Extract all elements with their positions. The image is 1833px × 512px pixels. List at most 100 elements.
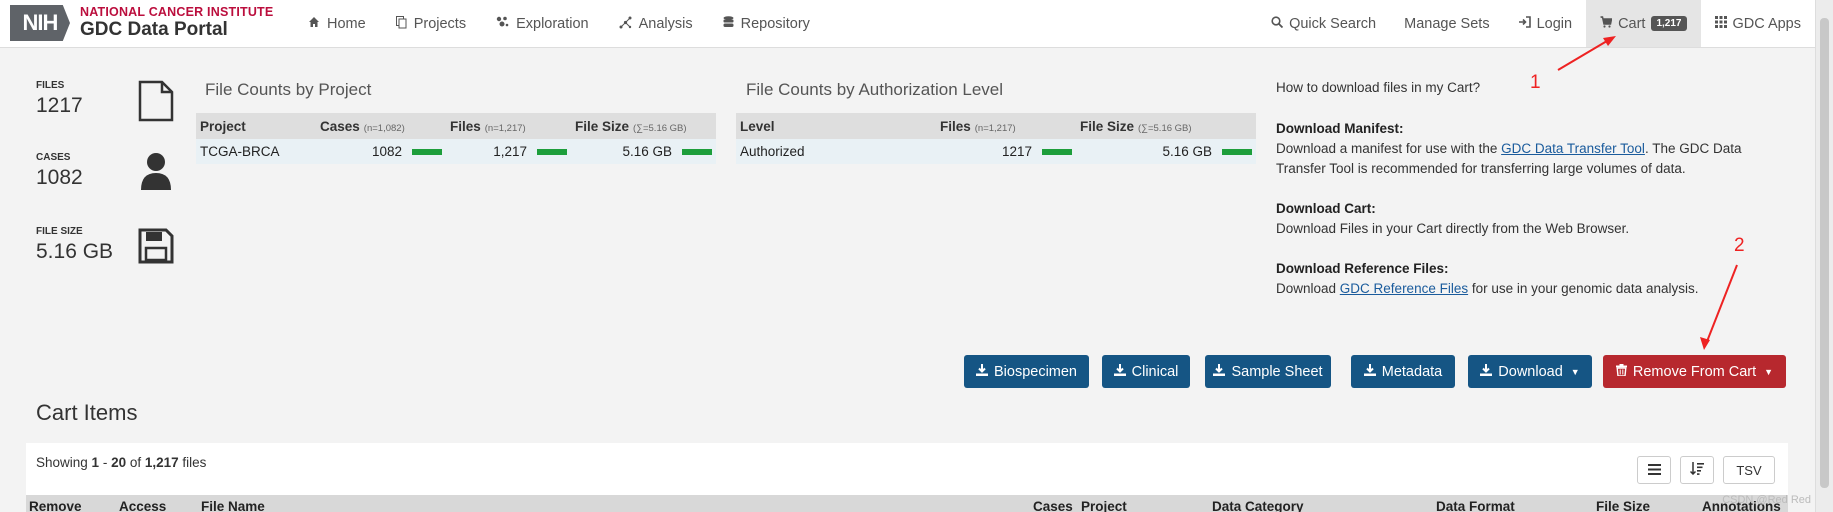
user-icon — [138, 152, 174, 195]
nih-logo-mark: NIH — [10, 5, 70, 41]
manifest-help: Download Manifest: Download a manifest f… — [1276, 121, 1742, 176]
gdc-logo[interactable]: NIH NATIONAL CANCER INSTITUTE GDC Data P… — [10, 5, 273, 41]
project-column-header[interactable]: Project — [196, 113, 316, 139]
manage-sets-link[interactable]: Manage Sets — [1390, 0, 1503, 47]
gdc-apps-label: GDC Apps — [1732, 15, 1802, 32]
scrollbar-thumb[interactable] — [1820, 18, 1829, 488]
cart-icon — [1600, 16, 1613, 31]
file-icon — [138, 80, 174, 127]
nav-home[interactable]: Home — [308, 16, 366, 32]
data-category-column-header[interactable]: Data Category — [1212, 499, 1304, 512]
analysis-icon — [619, 16, 632, 32]
annotation-label-2: 2 — [1734, 235, 1745, 256]
auth-table-title: File Counts by Authorization Level — [746, 80, 1004, 99]
file-size-column-header[interactable]: File Size — [1596, 499, 1650, 512]
files-count-label: FILES — [36, 80, 65, 91]
annotation-arrowhead-2 — [1700, 337, 1710, 350]
manage-sets-label: Manage Sets — [1404, 15, 1490, 32]
download-icon — [1213, 364, 1226, 379]
file-size-label: FILE SIZE — [36, 226, 83, 237]
files-cell[interactable]: 1,217 — [446, 139, 571, 164]
nav-projects[interactable]: Projects — [395, 15, 467, 32]
gdc-reference-files-link[interactable]: GDC Reference Files — [1340, 281, 1468, 296]
file-size-summary: FILE SIZE 5.16 GB — [36, 226, 113, 264]
quick-search-link[interactable]: Quick Search — [1257, 0, 1390, 47]
auth-size-column-header[interactable]: File Size (∑=5.16 GB) — [1076, 113, 1256, 139]
caret-down-icon: ▼ — [1764, 366, 1774, 377]
clinical-button[interactable]: Clinical — [1102, 355, 1190, 388]
file-size-column-header[interactable]: File Size (∑=5.16 GB) — [571, 113, 716, 139]
cases-column-header[interactable]: Cases (n=1,082) — [316, 113, 446, 139]
cart-label: Cart — [1618, 15, 1646, 32]
institute-name: NATIONAL CANCER INSTITUTE — [80, 5, 274, 20]
level-cell: Authorized — [736, 139, 936, 164]
cart-items-table-header: Remove Access File Name Cases Project Da… — [26, 495, 1788, 512]
annotation-label-1: 1 — [1530, 72, 1541, 93]
metadata-button[interactable]: Metadata — [1351, 355, 1455, 388]
sort-button[interactable] — [1680, 456, 1714, 484]
cases-bar — [412, 149, 442, 156]
sort-icon — [1689, 462, 1704, 478]
annotation-overlay — [1557, 36, 1738, 350]
caret-down-icon: ▼ — [1570, 366, 1580, 377]
help-question: How to download files in my Cart? — [1276, 80, 1481, 95]
cases-count-value: 1082 — [36, 166, 83, 189]
reference-help: Download Reference Files: Download GDC R… — [1276, 261, 1699, 296]
level-column-header[interactable]: Level — [736, 113, 936, 139]
list-icon — [1647, 463, 1661, 478]
nav-repository-label: Repository — [740, 15, 810, 32]
utility-nav: Quick Search Manage Sets Login Cart 1,21… — [1257, 0, 1815, 47]
download-icon — [1363, 364, 1376, 379]
auth-size-cell: 5.16 GB — [1076, 139, 1256, 164]
cases-cell[interactable]: 1082 — [316, 139, 446, 164]
nav-analysis[interactable]: Analysis — [619, 16, 693, 32]
auth-files-column-header[interactable]: Files (n=1,217) — [936, 113, 1076, 139]
project-counts-table: Project Cases (n=1,082) Files (n=1,217) Fi… — [196, 113, 716, 164]
remove-column-header[interactable]: Remove — [29, 499, 82, 512]
file-size-value: 5.16 GB — [36, 240, 114, 263]
auth-size-bar — [1222, 149, 1252, 156]
column-toggle-button[interactable] — [1637, 456, 1671, 484]
cart-help: Download Cart: Download Files in your Ca… — [1276, 201, 1630, 236]
logo-text: NATIONAL CANCER INSTITUTE GDC Data Porta… — [80, 6, 273, 39]
gdc-transfer-tool-link[interactable]: GDC Data Transfer Tool — [1501, 141, 1645, 156]
sample-sheet-button[interactable]: Sample Sheet — [1205, 355, 1331, 388]
biospecimen-button[interactable]: Biospecimen — [964, 355, 1089, 388]
cart-link[interactable]: Cart 1,217 — [1586, 0, 1701, 47]
download-icon — [1480, 364, 1493, 379]
files-count-value: 1217 — [36, 94, 83, 117]
cart-items-heading: Cart Items — [36, 400, 138, 425]
grid-icon — [1714, 16, 1727, 31]
nav-repository[interactable]: Repository — [723, 16, 810, 32]
files-bar — [537, 149, 567, 156]
data-format-column-header[interactable]: Data Format — [1436, 499, 1515, 512]
cases-column-header[interactable]: Cases — [1033, 499, 1073, 512]
cart-count-badge: 1,217 — [1651, 16, 1687, 31]
nav-exploration[interactable]: Exploration — [496, 16, 589, 32]
gdc-apps-link[interactable]: GDC Apps — [1701, 0, 1816, 47]
download-dropdown-button[interactable]: Download ▼ — [1468, 355, 1592, 388]
project-column-header[interactable]: Project — [1081, 499, 1127, 512]
watermark: CSDN @Red Red — [1722, 494, 1811, 506]
cases-count-label: CASES — [36, 152, 71, 163]
tsv-export-button[interactable]: TSV — [1723, 456, 1775, 484]
nav-projects-label: Projects — [413, 15, 467, 32]
remove-from-cart-button[interactable]: Remove From Cart ▼ — [1603, 355, 1786, 388]
file-name-column-header[interactable]: File Name — [201, 499, 265, 512]
table-row: TCGA-BRCA 1082 1,217 5.16 GB — [196, 139, 716, 164]
exploration-icon — [496, 16, 509, 31]
project-table-header: Project Cases (n=1,082) Files (n=1,217) Fi… — [196, 113, 716, 139]
search-icon — [1271, 16, 1284, 31]
access-column-header[interactable]: Access — [119, 499, 166, 512]
project-id-cell[interactable]: TCGA-BRCA — [196, 139, 316, 164]
nav-home-label: Home — [327, 15, 366, 32]
pagination-summary: Showing 1 - 20 of 1,217 files — [36, 455, 207, 470]
nav-analysis-label: Analysis — [638, 15, 693, 32]
page-scrollbar[interactable] — [1815, 0, 1833, 512]
save-icon — [138, 228, 174, 269]
files-column-header[interactable]: Files (n=1,217) — [446, 113, 571, 139]
login-link[interactable]: Login — [1504, 0, 1586, 47]
repository-icon — [723, 15, 734, 32]
size-bar — [682, 149, 712, 156]
auth-files-cell[interactable]: 1217 — [936, 139, 1076, 164]
